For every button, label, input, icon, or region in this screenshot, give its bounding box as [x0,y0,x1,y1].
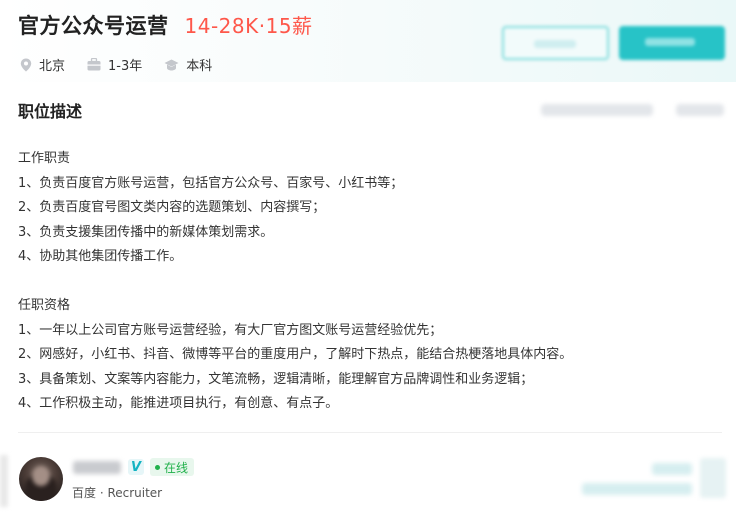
online-status-badge: 在线 [150,458,195,476]
blurred-text [541,104,653,116]
online-dot-icon [155,464,160,470]
job-description: 工作职责 1、负责百度官方账号运营，包括官方公众号、百家号、小红书等； 2、负责… [18,147,572,417]
description-line: 2、负责百度官号图文类内容的选题策划、内容撰写； [18,200,326,215]
title-row: 官方公众号运营 14-28K·15薪 [18,10,313,40]
recruiter-company-role: 百度 · Recruiter [72,486,163,500]
blurred-edge [0,455,8,507]
description-line: 4、工作积极主动，能推进项目执行，有创意、有点子。 [18,396,339,411]
description-line: 任职资格 [18,298,71,313]
experience-text: 1-3年 [108,59,143,74]
blurred-text [582,483,692,495]
description-heading: 职位描述 [18,102,83,121]
recruiter-name [73,461,121,474]
description-gap [18,270,572,295]
description-line: 2、网感好，小红书、抖音、微博等平台的重度用户，了解时下热点，能结合热梗落地具体… [18,347,573,362]
chat-button[interactable] [619,26,725,60]
description-line: 1、一年以上公司官方账号运营经验，有大厂官方图文账号运营经验优先； [18,322,443,338]
online-status-text: 在线 [164,460,189,475]
job-tags: 北京 1-3年 本科 [20,55,234,74]
verified-badge-icon: V [128,459,144,475]
interested-button[interactable] [502,26,609,60]
blurred-text [652,463,692,475]
tag-education: 本科 [164,55,212,74]
divider [18,432,722,433]
description-line: 3、负责支援集团传播中的新媒体策划需求。 [18,224,274,240]
job-header: 官方公众号运营 14-28K·15薪 北京 1-3年 本科 [0,0,736,82]
description-line: 1、负责百度官方账号运营，包括官方公众号、百家号、小红书等； [18,175,404,191]
salary: 14-28K·15薪 [184,14,313,38]
graduation-cap-icon [164,59,179,70]
education-text: 本科 [186,59,213,74]
blurred-text [676,104,724,116]
description-line: 3、具备策划、文案等内容能力，文笔流畅，逻辑清晰，能理解官方品牌调性和业务逻辑； [18,371,534,387]
location-text: 北京 [39,59,66,74]
description-line: 4、协助其他集团传播工作。 [18,249,183,264]
tag-location: 北京 [20,55,65,74]
job-title: 官方公众号运营 [18,14,169,38]
qr-code-icon[interactable] [700,458,726,498]
description-line: 工作职责 [18,151,71,166]
tag-experience: 1-3年 [87,55,142,74]
avatar[interactable] [19,457,63,501]
location-icon [20,58,32,71]
briefcase-icon [87,58,101,71]
